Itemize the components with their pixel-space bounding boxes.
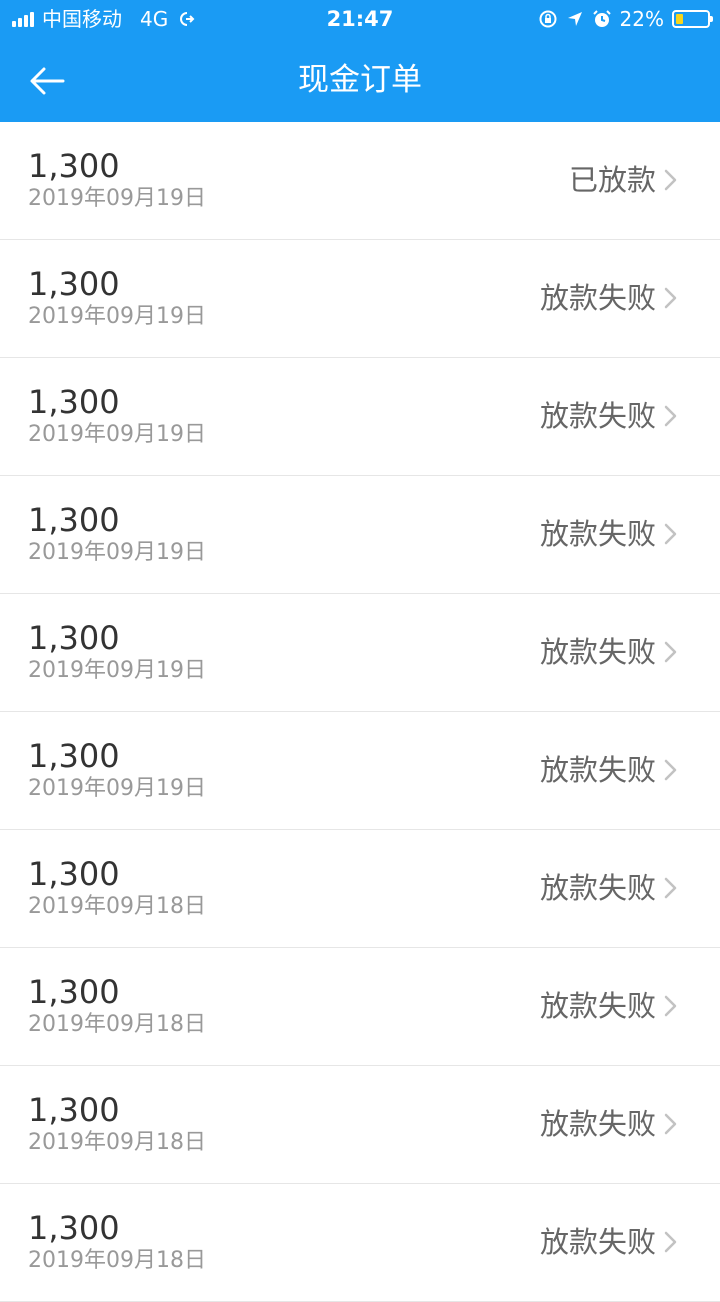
order-amount: 1,300	[28, 265, 120, 303]
rotation-lock-icon	[539, 10, 557, 28]
order-date: 2019年09月19日	[28, 776, 206, 801]
order-row[interactable]: 1,300 2019年09月19日 放款失败	[0, 594, 720, 712]
chevron-right-icon	[664, 641, 677, 663]
battery-icon	[672, 10, 713, 28]
order-amount: 1,300	[28, 383, 120, 421]
order-amount: 1,300	[28, 619, 120, 657]
order-date: 2019年09月19日	[28, 304, 206, 329]
order-row[interactable]: 1,300 2019年09月18日 放款失败	[0, 1184, 720, 1302]
order-amount: 1,300	[28, 147, 120, 185]
arrow-left-icon	[30, 67, 65, 95]
order-row[interactable]: 1,300 2019年09月19日 放款失败	[0, 712, 720, 830]
chevron-right-icon	[664, 759, 677, 781]
order-date: 2019年09月19日	[28, 422, 206, 447]
app-header: 中国移动 4G 21:47 22% 现金订单	[0, 0, 720, 122]
order-status: 放款失败	[539, 1225, 656, 1259]
alarm-clock-icon	[592, 10, 611, 27]
order-amount: 1,300	[28, 501, 120, 539]
order-date: 2019年09月18日	[28, 1248, 206, 1273]
order-status: 放款失败	[539, 517, 656, 551]
order-status: 放款失败	[539, 635, 656, 669]
chevron-right-icon	[664, 995, 677, 1017]
order-status: 放款失败	[539, 989, 656, 1023]
battery-percent: 22%	[619, 7, 664, 31]
chevron-right-icon	[664, 877, 677, 899]
chevron-right-icon	[664, 169, 677, 191]
status-bar: 中国移动 4G 21:47 22%	[0, 0, 720, 38]
chevron-right-icon	[664, 287, 677, 309]
order-amount: 1,300	[28, 1209, 120, 1247]
order-status: 放款失败	[539, 399, 656, 433]
order-date: 2019年09月19日	[28, 658, 206, 683]
order-status: 放款失败	[539, 1107, 656, 1141]
order-amount: 1,300	[28, 1091, 120, 1129]
back-button[interactable]	[22, 56, 72, 106]
chevron-right-icon	[664, 523, 677, 545]
battery-fill	[676, 14, 683, 24]
order-status: 已放款	[568, 163, 656, 197]
location-arrow-icon	[567, 12, 582, 26]
battery-tip	[710, 16, 713, 22]
order-date: 2019年09月18日	[28, 894, 206, 919]
order-row[interactable]: 1,300 2019年09月19日 放款失败	[0, 358, 720, 476]
order-status: 放款失败	[539, 753, 656, 787]
order-row[interactable]: 1,300 2019年09月18日 放款失败	[0, 948, 720, 1066]
order-row[interactable]: 1,300 2019年09月19日 放款失败	[0, 240, 720, 358]
chevron-right-icon	[664, 405, 677, 427]
order-amount: 1,300	[28, 737, 120, 775]
order-row[interactable]: 1,300 2019年09月18日 放款失败	[0, 830, 720, 948]
navigation-bar: 现金订单	[0, 38, 720, 122]
status-bar-right: 22%	[538, 5, 713, 33]
order-row[interactable]: 1,300 2019年09月19日 已放款	[0, 122, 720, 240]
order-row[interactable]: 1,300 2019年09月18日 放款失败	[0, 1066, 720, 1184]
order-row[interactable]: 1,300 2019年09月19日 放款失败	[0, 476, 720, 594]
order-date: 2019年09月19日	[28, 540, 206, 565]
order-date: 2019年09月18日	[28, 1012, 206, 1037]
order-list: 1,300 2019年09月19日 已放款 1,300 2019年09月19日 放款失败 1…	[0, 122, 720, 1302]
order-amount: 1,300	[28, 973, 120, 1011]
order-status: 放款失败	[539, 281, 656, 315]
order-date: 2019年09月18日	[28, 1130, 206, 1155]
order-status: 放款失败	[539, 871, 656, 905]
order-date: 2019年09月19日	[28, 186, 206, 211]
page-title: 现金订单	[298, 62, 422, 98]
order-amount: 1,300	[28, 855, 120, 893]
chevron-right-icon	[664, 1113, 677, 1135]
chevron-right-icon	[664, 1231, 677, 1253]
